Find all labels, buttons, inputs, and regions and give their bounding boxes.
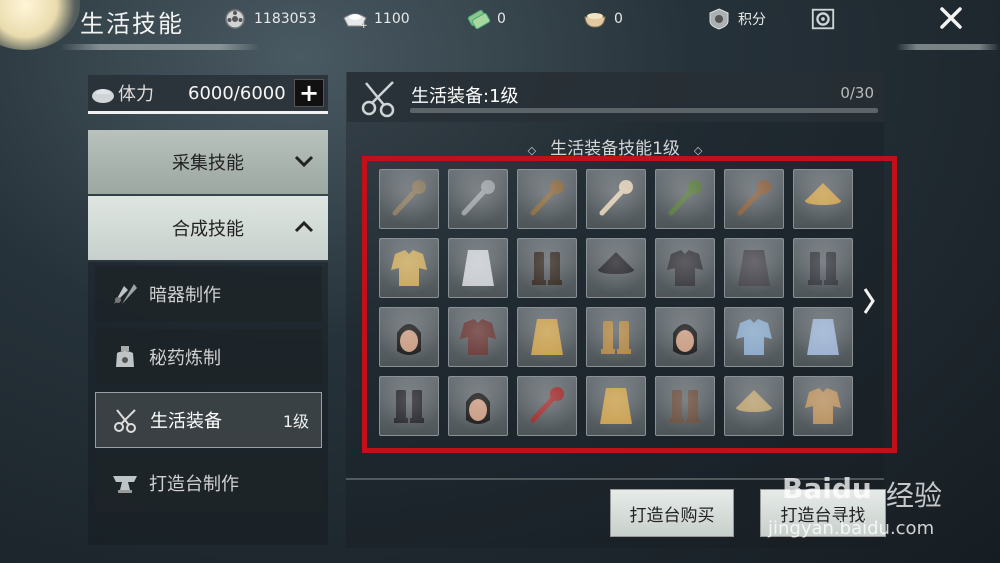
sidebar-item-potion[interactable]: 秘药炼制 bbox=[95, 329, 322, 385]
find-workbench-button[interactable]: 打造台寻找 bbox=[760, 489, 886, 537]
category-crafting-label: 合成技能 bbox=[172, 219, 244, 240]
sidebar-item-label: 打造台制作 bbox=[149, 474, 239, 495]
chevron-right-icon[interactable] bbox=[862, 286, 876, 320]
stamina-add-button[interactable]: + bbox=[294, 79, 324, 107]
skill-progress-text: 0/30 bbox=[840, 84, 874, 102]
points-badge-icon bbox=[706, 8, 732, 30]
category-gathering[interactable]: 采集技能 bbox=[88, 130, 328, 194]
gear-icon bbox=[810, 8, 836, 30]
stamina-underline bbox=[88, 111, 328, 114]
stamina-label: 体力 bbox=[118, 84, 154, 105]
category-crafting[interactable]: 合成技能 bbox=[88, 196, 328, 260]
anvil-icon bbox=[107, 470, 143, 496]
stamina-bar: 体力 6000/6000 + bbox=[88, 75, 328, 111]
scissors-icon bbox=[108, 406, 144, 434]
chevron-up-icon bbox=[294, 218, 314, 239]
settings-button[interactable] bbox=[810, 6, 836, 32]
sidebar-item-life-equipment[interactable]: 生活装备 1级 bbox=[95, 392, 322, 448]
skill-title: 生活装备:1级 bbox=[411, 86, 519, 107]
resource-coins: 1183053 bbox=[222, 6, 316, 32]
stamina-bun-icon bbox=[90, 81, 116, 109]
buy-workbench-button[interactable]: 打造台购买 bbox=[610, 489, 734, 537]
jade-ticket-icon bbox=[465, 8, 491, 30]
divider bbox=[346, 478, 884, 480]
chevron-down-icon bbox=[294, 152, 314, 173]
stamina-value: 6000/6000 bbox=[188, 82, 286, 104]
resource-bowl: 0 bbox=[582, 6, 623, 32]
potion-jar-icon bbox=[107, 343, 143, 371]
skill-progress-bar bbox=[410, 108, 878, 113]
points-label: 积分 bbox=[738, 12, 766, 28]
page-title: 生活技能 bbox=[80, 10, 184, 38]
highlight-frame bbox=[362, 156, 897, 453]
sidebar-item-label: 生活装备 bbox=[150, 411, 222, 432]
header-decoration-left bbox=[60, 44, 260, 50]
scissors-icon bbox=[357, 78, 401, 122]
sidebar-item-label: 暗器制作 bbox=[149, 285, 221, 306]
points-button[interactable]: 积分 bbox=[706, 6, 766, 32]
coin-reel-icon bbox=[222, 8, 248, 30]
header-decoration-right bbox=[896, 44, 1000, 50]
sidebar-item-label: 秘药炼制 bbox=[149, 348, 221, 369]
watermark-cn: 经验 bbox=[886, 479, 943, 512]
resource-bowl-value: 0 bbox=[614, 11, 623, 27]
hidden-weapon-icon bbox=[107, 280, 143, 308]
bowl-icon bbox=[582, 8, 608, 30]
resource-jade: 0 bbox=[465, 6, 506, 32]
close-icon bbox=[938, 5, 964, 35]
sidebar-item-level: 1级 bbox=[282, 412, 309, 431]
resource-silver: + 1100 bbox=[342, 6, 410, 32]
resource-jade-value: 0 bbox=[497, 11, 506, 27]
category-gathering-label: 采集技能 bbox=[172, 153, 244, 174]
svg-text:+: + bbox=[360, 21, 368, 30]
top-bar: 生活技能 1183053 + 1100 0 0 积分 bbox=[0, 0, 1000, 40]
close-button[interactable] bbox=[922, 2, 980, 38]
silver-ingot-icon: + bbox=[342, 8, 368, 30]
skill-header: 生活装备:1级 0/30 bbox=[347, 72, 884, 122]
sidebar-item-hidden-weapon[interactable]: 暗器制作 bbox=[95, 266, 322, 322]
resource-coins-value: 1183053 bbox=[254, 11, 317, 27]
sidebar-item-anvil[interactable]: 打造台制作 bbox=[95, 455, 322, 511]
resource-silver-value: 1100 bbox=[374, 11, 410, 27]
